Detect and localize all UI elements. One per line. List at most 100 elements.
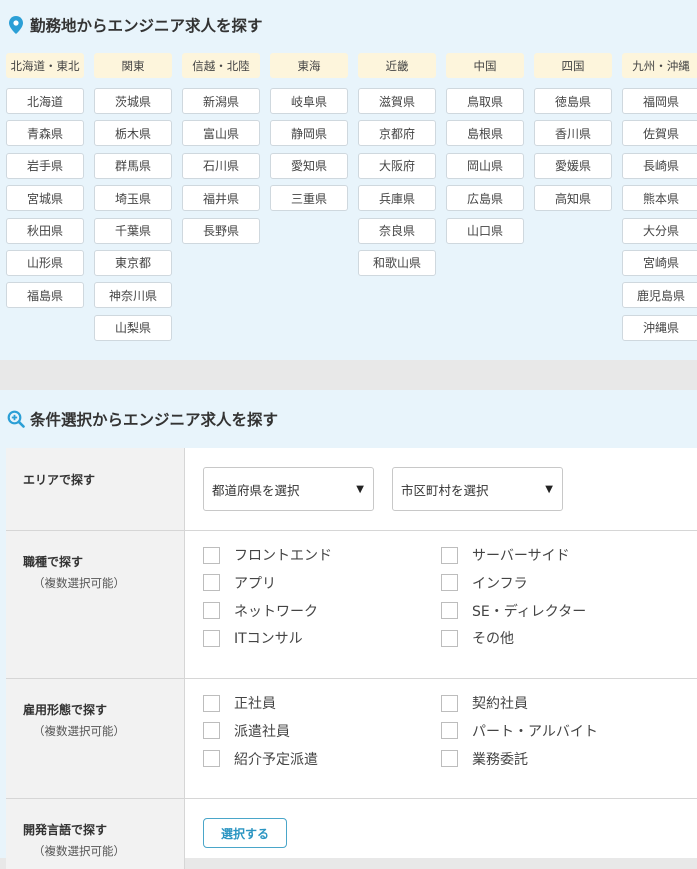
employment-option-label: 紹介予定派遣 bbox=[234, 751, 318, 768]
region-header: 近畿 bbox=[358, 53, 436, 78]
employment-option-label: 正社員 bbox=[234, 696, 276, 712]
checkbox[interactable] bbox=[441, 546, 458, 564]
prefecture-button[interactable]: 石川県 bbox=[182, 152, 260, 179]
prefecture-button[interactable]: 佐賀県 bbox=[622, 120, 697, 147]
prefecture-button[interactable]: 秋田県 bbox=[6, 217, 84, 244]
prefecture-button[interactable]: 香川県 bbox=[534, 120, 612, 147]
city-select[interactable]: 市区町村を選択 ▼ bbox=[392, 467, 563, 511]
employment-option[interactable]: パート・アルバイト bbox=[441, 721, 598, 741]
section-divider bbox=[0, 360, 697, 390]
prefecture-button[interactable]: 富山県 bbox=[182, 120, 260, 147]
employment-option[interactable]: 派遣社員 bbox=[203, 721, 290, 741]
prefecture-button[interactable]: 奈良県 bbox=[358, 217, 436, 244]
job-type-option[interactable]: ITコンサル bbox=[203, 628, 303, 648]
region-column: 四国 徳島県 香川県 愛媛県 高知県 bbox=[534, 53, 612, 218]
prefecture-button[interactable]: 静岡県 bbox=[270, 120, 348, 147]
job-type-option[interactable]: SE・ディレクター bbox=[441, 601, 586, 621]
prefecture-button[interactable]: 群馬県 bbox=[94, 152, 172, 179]
condition-search-section: 条件選択からエンジニア求人を探す エリアで探す 都道府県を選択 ▼ 市区町村を選… bbox=[0, 390, 697, 869]
prefecture-button[interactable]: 福岡県 bbox=[622, 88, 697, 114]
prefecture-button[interactable]: 広島県 bbox=[446, 185, 524, 212]
job-type-option[interactable]: ネットワーク bbox=[203, 601, 318, 621]
region-header: 東海 bbox=[270, 53, 348, 78]
prefecture-list: 福岡県佐賀県長崎県熊本県大分県宮崎県鹿児島県沖縄県 bbox=[622, 88, 697, 341]
prefecture-button[interactable]: 岩手県 bbox=[6, 152, 84, 179]
prefecture-button[interactable]: 長野県 bbox=[182, 217, 260, 244]
prefecture-button[interactable]: 大分県 bbox=[622, 217, 697, 244]
prefecture-button[interactable]: 鳥取県 bbox=[446, 88, 524, 114]
prefecture-button[interactable]: 宮城県 bbox=[6, 185, 84, 212]
job-type-option[interactable]: インフラ bbox=[441, 573, 528, 593]
checkbox[interactable] bbox=[441, 694, 458, 712]
prefecture-button[interactable]: 三重県 bbox=[270, 185, 348, 212]
prefecture-button[interactable]: 愛知県 bbox=[270, 152, 348, 179]
prefecture-button[interactable]: 福井県 bbox=[182, 185, 260, 212]
job-type-option[interactable]: その他 bbox=[441, 628, 514, 648]
employment-option[interactable]: 紹介予定派遣 bbox=[203, 749, 318, 769]
prefecture-button[interactable]: 山形県 bbox=[6, 249, 84, 276]
prefecture-button[interactable]: 岡山県 bbox=[446, 152, 524, 179]
checkbox[interactable] bbox=[203, 602, 220, 620]
prefecture-select[interactable]: 都道府県を選択 ▼ bbox=[203, 467, 374, 511]
checkbox[interactable] bbox=[441, 574, 458, 592]
prefecture-button[interactable]: 茨城県 bbox=[94, 88, 172, 114]
job-type-option[interactable]: アプリ bbox=[203, 573, 276, 593]
job-type-option[interactable]: サーバーサイド bbox=[441, 545, 570, 565]
checkbox[interactable] bbox=[203, 546, 220, 564]
prefecture-button[interactable]: 滋賀県 bbox=[358, 88, 436, 114]
prefecture-button[interactable]: 北海道 bbox=[6, 88, 84, 114]
prefecture-button[interactable]: 徳島県 bbox=[534, 88, 612, 114]
prefecture-button[interactable]: 青森県 bbox=[6, 120, 84, 147]
prefecture-button[interactable]: 熊本県 bbox=[622, 185, 697, 212]
condition-section-title: 条件選択からエンジニア求人を探す bbox=[6, 406, 278, 432]
employment-option[interactable]: 正社員 bbox=[203, 693, 276, 713]
region-header: 北海道・東北 bbox=[6, 53, 84, 78]
checkbox[interactable] bbox=[203, 629, 220, 647]
prefecture-button[interactable]: 神奈川県 bbox=[94, 282, 172, 309]
prefecture-list: 徳島県香川県愛媛県高知県 bbox=[534, 88, 612, 212]
region-header: 関東 bbox=[94, 53, 172, 78]
region-column: 中国 鳥取県 島根県 岡山県 広島県 山口県 bbox=[446, 53, 524, 250]
job-type-option-label: フロントエンド bbox=[234, 548, 332, 564]
prefecture-button[interactable]: 京都府 bbox=[358, 120, 436, 147]
prefecture-button[interactable]: 福島県 bbox=[6, 282, 84, 309]
employment-option[interactable]: 業務委託 bbox=[441, 749, 528, 769]
job-type-option[interactable]: フロントエンド bbox=[203, 545, 332, 565]
prefecture-button[interactable]: 新潟県 bbox=[182, 88, 260, 114]
prefecture-button[interactable]: 栃木県 bbox=[94, 120, 172, 147]
checkbox[interactable] bbox=[203, 574, 220, 592]
prefecture-button[interactable]: 和歌山県 bbox=[358, 249, 436, 276]
checkbox[interactable] bbox=[441, 602, 458, 620]
job-type-option-label: その他 bbox=[472, 631, 514, 648]
checkbox[interactable] bbox=[441, 750, 458, 768]
employment-option[interactable]: 契約社員 bbox=[441, 693, 528, 713]
prefecture-button[interactable]: 東京都 bbox=[94, 249, 172, 276]
prefecture-button[interactable]: 高知県 bbox=[534, 185, 612, 212]
checkbox[interactable] bbox=[203, 722, 220, 740]
prefecture-button[interactable]: 愛媛県 bbox=[534, 152, 612, 179]
prefecture-button[interactable]: 鹿児島県 bbox=[622, 282, 697, 309]
prefecture-button[interactable]: 島根県 bbox=[446, 120, 524, 147]
prefecture-button[interactable]: 大阪府 bbox=[358, 152, 436, 179]
prefecture-button[interactable]: 沖縄県 bbox=[622, 314, 697, 341]
region-header: 九州・沖縄 bbox=[622, 53, 697, 78]
checkbox[interactable] bbox=[441, 722, 458, 740]
checkbox[interactable] bbox=[441, 629, 458, 647]
checkbox[interactable] bbox=[203, 694, 220, 712]
employment-option-label: パート・アルバイト bbox=[472, 723, 598, 740]
condition-form: エリアで探す 都道府県を選択 ▼ 市区町村を選択 ▼ 職種で探す （複数選択可能… bbox=[6, 448, 697, 869]
job-type-row: 職種で探す （複数選択可能） フロントエンド サーバーサイド アプリ インフラ ネットワ… bbox=[6, 531, 697, 679]
prefecture-button[interactable]: 山口県 bbox=[446, 217, 524, 244]
prefecture-button[interactable]: 千葉県 bbox=[94, 217, 172, 244]
region-header: 信越・北陸 bbox=[182, 53, 260, 78]
prefecture-button[interactable]: 岐阜県 bbox=[270, 88, 348, 114]
language-select-button[interactable]: 選択する bbox=[203, 818, 287, 848]
prefecture-button[interactable]: 兵庫県 bbox=[358, 185, 436, 212]
prefecture-button[interactable]: 埼玉県 bbox=[94, 185, 172, 212]
city-select-value: 市区町村を選択 bbox=[401, 482, 489, 498]
dropdown-arrow-icon: ▼ bbox=[545, 484, 553, 495]
checkbox[interactable] bbox=[203, 750, 220, 768]
prefecture-button[interactable]: 宮崎県 bbox=[622, 249, 697, 276]
prefecture-button[interactable]: 山梨県 bbox=[94, 314, 172, 341]
prefecture-button[interactable]: 長崎県 bbox=[622, 152, 697, 179]
